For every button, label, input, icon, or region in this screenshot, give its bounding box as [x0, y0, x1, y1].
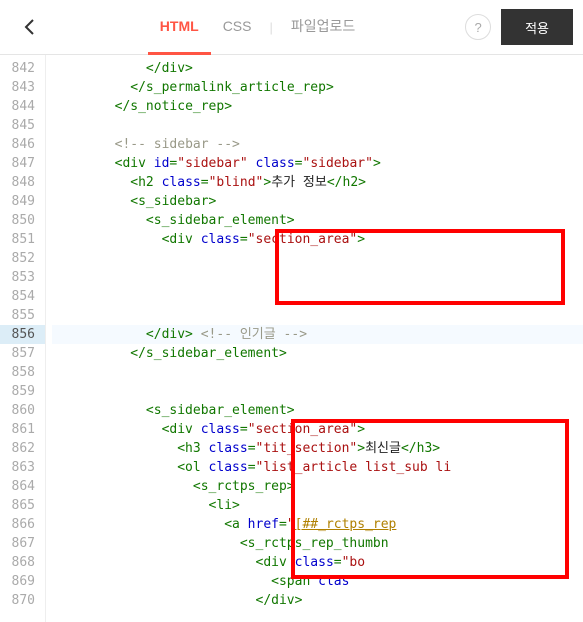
- line-number: 849: [0, 192, 45, 211]
- code-line[interactable]: [52, 306, 583, 325]
- code-line[interactable]: <div id="sidebar" class="sidebar">: [52, 154, 583, 173]
- line-number: 856: [0, 325, 45, 344]
- code-line[interactable]: </s_permalink_article_rep>: [52, 78, 583, 97]
- back-button[interactable]: [10, 7, 50, 47]
- line-number: 858: [0, 363, 45, 382]
- code-line[interactable]: [52, 363, 583, 382]
- line-number: 847: [0, 154, 45, 173]
- line-number: 867: [0, 534, 45, 553]
- apply-button[interactable]: 적용: [501, 9, 573, 45]
- line-number: 866: [0, 515, 45, 534]
- tab-divider: |: [269, 20, 272, 35]
- code-line[interactable]: <!-- sidebar -->: [52, 135, 583, 154]
- header: HTML CSS | 파일업로드 ? 적용: [0, 0, 583, 55]
- code-line[interactable]: <s_sidebar>: [52, 192, 583, 211]
- code-line[interactable]: <div class="bo: [52, 553, 583, 572]
- code-line[interactable]: <h3 class="tit_section">최신글</h3>: [52, 439, 583, 458]
- line-gutter: 8428438448458468478488498508518528538548…: [0, 55, 46, 622]
- line-number: 848: [0, 173, 45, 192]
- line-number: 854: [0, 287, 45, 306]
- code-line[interactable]: <div class="section_area">: [52, 420, 583, 439]
- code-line[interactable]: </div> <!-- 인기글 -->: [52, 325, 583, 344]
- line-number: 844: [0, 97, 45, 116]
- code-line[interactable]: <span clas: [52, 572, 583, 591]
- line-number: 843: [0, 78, 45, 97]
- line-number: 861: [0, 420, 45, 439]
- code-line[interactable]: <s_sidebar_element>: [52, 401, 583, 420]
- line-number: 842: [0, 59, 45, 78]
- code-line[interactable]: [52, 249, 583, 268]
- code-line[interactable]: [52, 268, 583, 287]
- tab-css[interactable]: CSS: [211, 0, 264, 55]
- code-line[interactable]: <s_rctps_rep>: [52, 477, 583, 496]
- tab-upload[interactable]: 파일업로드: [279, 0, 367, 55]
- line-number: 853: [0, 268, 45, 287]
- line-number: 845: [0, 116, 45, 135]
- code-line[interactable]: <div class="section_area">: [52, 230, 583, 249]
- code-line[interactable]: <li>: [52, 496, 583, 515]
- line-number: 868: [0, 553, 45, 572]
- code-line[interactable]: <h2 class="blind">추가 정보</h2>: [52, 173, 583, 192]
- line-number: 869: [0, 572, 45, 591]
- code-line[interactable]: <ol class="list_article list_sub li: [52, 458, 583, 477]
- line-number: 850: [0, 211, 45, 230]
- code-editor[interactable]: 8428438448458468478488498508518528538548…: [0, 55, 583, 622]
- code-line[interactable]: [52, 382, 583, 401]
- arrow-left-icon: [20, 17, 40, 37]
- code-line[interactable]: [52, 287, 583, 306]
- help-button[interactable]: ?: [465, 14, 491, 40]
- code-line[interactable]: </s_notice_rep>: [52, 97, 583, 116]
- line-number: 851: [0, 230, 45, 249]
- line-number: 857: [0, 344, 45, 363]
- line-number: 870: [0, 591, 45, 610]
- line-number: 852: [0, 249, 45, 268]
- code-area[interactable]: </div> </s_permalink_article_rep> </s_no…: [46, 55, 583, 622]
- line-number: 855: [0, 306, 45, 325]
- line-number: 860: [0, 401, 45, 420]
- line-number: 862: [0, 439, 45, 458]
- line-number: 859: [0, 382, 45, 401]
- line-number: 864: [0, 477, 45, 496]
- line-number: 863: [0, 458, 45, 477]
- code-line[interactable]: </div>: [52, 591, 583, 610]
- code-line[interactable]: <s_sidebar_element>: [52, 211, 583, 230]
- code-line[interactable]: <a href="[##_rctps_rep: [52, 515, 583, 534]
- tab-html[interactable]: HTML: [148, 0, 211, 55]
- code-line[interactable]: [52, 116, 583, 135]
- tabs: HTML CSS | 파일업로드: [50, 0, 465, 55]
- line-number: 846: [0, 135, 45, 154]
- code-line[interactable]: <s_rctps_rep_thumbn: [52, 534, 583, 553]
- line-number: 865: [0, 496, 45, 515]
- code-line[interactable]: </div>: [52, 59, 583, 78]
- code-line[interactable]: </s_sidebar_element>: [52, 344, 583, 363]
